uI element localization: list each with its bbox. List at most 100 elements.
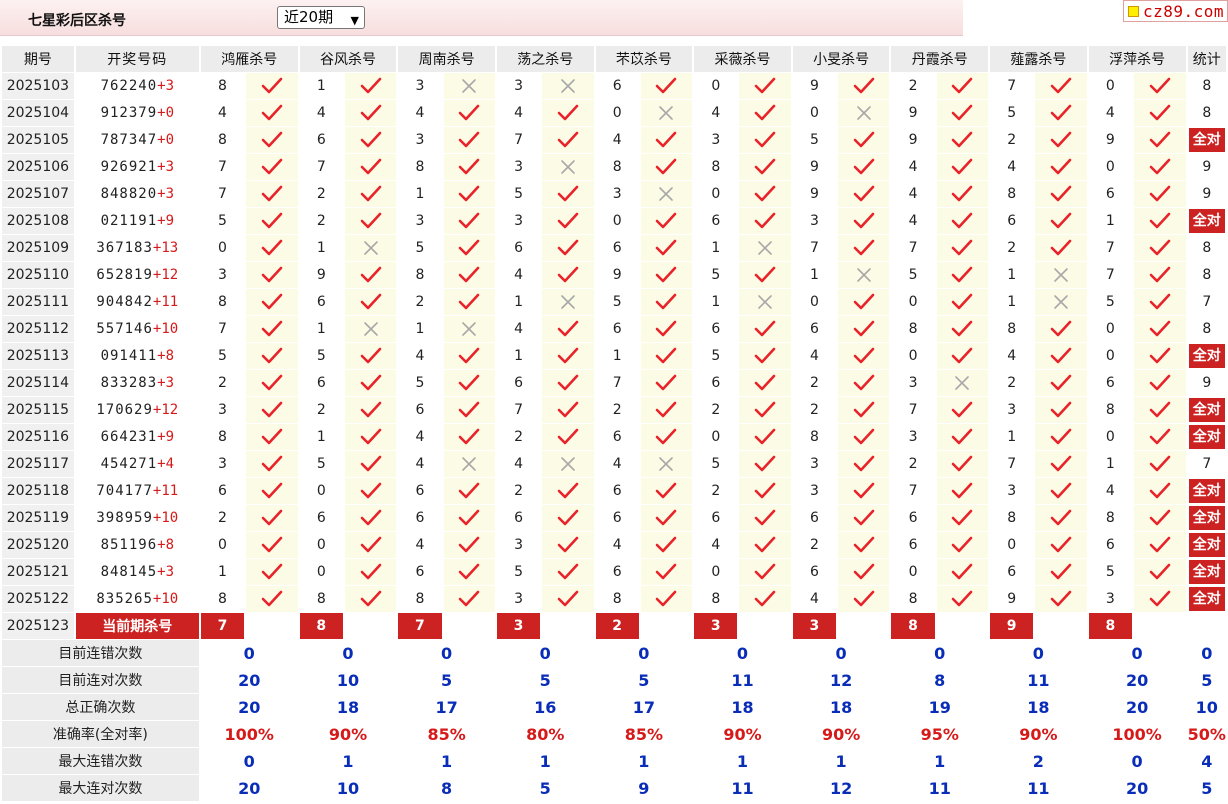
check-icon bbox=[542, 532, 594, 558]
summary-value: 18 bbox=[792, 694, 890, 720]
kill-number: 1 bbox=[496, 289, 541, 315]
check-icon bbox=[640, 127, 693, 153]
check-icon bbox=[1035, 343, 1087, 369]
check-icon bbox=[344, 532, 397, 558]
check-icon bbox=[640, 262, 693, 288]
issue-cell: 2025122 bbox=[2, 586, 74, 612]
summary-value: 0 bbox=[792, 640, 890, 666]
all-correct-badge: 全对 bbox=[1188, 506, 1225, 530]
cross-icon bbox=[936, 370, 989, 396]
table-row: 2025104 912379+0 4 4 4 4 0 4 0 9 5 4 8 bbox=[2, 100, 1226, 126]
summary-value: 5 bbox=[496, 775, 594, 801]
current-kill-number: 8 bbox=[1088, 613, 1133, 639]
summary-row: 总正确次数 20 18 17 16 17 18 18 19 18 20 10 bbox=[2, 694, 1226, 720]
check-icon bbox=[640, 559, 693, 585]
summary-value: 0 bbox=[595, 640, 693, 666]
check-icon bbox=[246, 73, 298, 99]
kill-number: 1 bbox=[299, 73, 343, 99]
check-icon bbox=[542, 478, 594, 504]
current-empty-cell bbox=[344, 613, 397, 639]
current-kill-number: 2 bbox=[595, 613, 639, 639]
draw-plus: +8 bbox=[157, 537, 174, 553]
summary-value: 17 bbox=[398, 694, 495, 720]
kill-number: 1 bbox=[792, 262, 837, 288]
current-kill-number: 7 bbox=[200, 613, 245, 639]
summary-value: 20 bbox=[200, 694, 298, 720]
draw-main: 835265 bbox=[96, 591, 153, 607]
site-logo[interactable]: cz89.com bbox=[1123, 0, 1228, 22]
check-icon bbox=[1035, 370, 1087, 396]
kill-number: 5 bbox=[496, 559, 541, 585]
stat-cell: 9 bbox=[1187, 181, 1226, 207]
kill-number: 0 bbox=[299, 559, 343, 585]
kill-number: 6 bbox=[792, 316, 837, 342]
check-icon bbox=[739, 397, 791, 423]
kill-number: 1 bbox=[398, 316, 442, 342]
table-row: 2025116 664231+9 8 1 4 2 6 0 8 3 1 0 全对 bbox=[2, 424, 1226, 450]
check-icon bbox=[640, 235, 693, 261]
check-icon bbox=[936, 532, 989, 558]
summary-total: 0 bbox=[1187, 640, 1226, 666]
kill-number: 4 bbox=[792, 586, 837, 612]
current-empty-cell bbox=[1035, 613, 1087, 639]
kill-number: 2 bbox=[792, 532, 837, 558]
check-icon bbox=[936, 262, 989, 288]
kill-number: 6 bbox=[299, 505, 343, 531]
kill-number: 2 bbox=[595, 397, 639, 423]
check-icon bbox=[1134, 127, 1186, 153]
check-icon bbox=[246, 127, 298, 153]
cross-icon bbox=[344, 235, 397, 261]
col-header-expert: 鸿雁杀号 bbox=[200, 46, 298, 72]
cross-icon bbox=[640, 100, 693, 126]
kill-number: 7 bbox=[200, 316, 245, 342]
check-icon bbox=[936, 127, 989, 153]
kill-number: 6 bbox=[496, 370, 541, 396]
summary-value: 10 bbox=[299, 667, 397, 693]
kill-number: 5 bbox=[990, 100, 1034, 126]
check-icon bbox=[640, 208, 693, 234]
check-icon bbox=[542, 208, 594, 234]
check-icon bbox=[838, 235, 890, 261]
kill-number: 4 bbox=[891, 208, 935, 234]
kill-number: 3 bbox=[496, 154, 541, 180]
summary-row: 目前连错次数 0 0 0 0 0 0 0 0 0 0 0 bbox=[2, 640, 1226, 666]
kill-number: 2 bbox=[990, 127, 1034, 153]
kill-number: 3 bbox=[990, 397, 1034, 423]
draw-main: 664231 bbox=[100, 429, 158, 445]
check-icon bbox=[1035, 208, 1087, 234]
all-correct-badge: 全对 bbox=[1188, 533, 1225, 557]
kill-number: 1 bbox=[694, 289, 738, 315]
all-correct-badge: 全对 bbox=[1188, 560, 1225, 584]
check-icon bbox=[1134, 262, 1186, 288]
summary-row: 最大连错次数 0 1 1 1 1 1 1 1 2 0 4 bbox=[2, 748, 1226, 774]
kill-number: 6 bbox=[891, 505, 935, 531]
summary-label: 目前连错次数 bbox=[2, 640, 199, 666]
check-icon bbox=[739, 208, 791, 234]
check-icon bbox=[936, 478, 989, 504]
check-icon bbox=[739, 451, 791, 477]
kill-number: 3 bbox=[595, 181, 639, 207]
period-select[interactable]: 近20期 ▼ bbox=[277, 6, 365, 29]
check-icon bbox=[1134, 235, 1186, 261]
kill-number: 1 bbox=[990, 289, 1034, 315]
all-correct-badge: 全对 bbox=[1188, 209, 1225, 233]
summary-value: 1 bbox=[694, 748, 791, 774]
stat-cell: 7 bbox=[1187, 289, 1226, 315]
summary-label: 总正确次数 bbox=[2, 694, 199, 720]
summary-value: 0 bbox=[398, 640, 495, 666]
check-icon bbox=[1134, 424, 1186, 450]
draw-main: 367183 bbox=[96, 240, 153, 256]
check-icon bbox=[936, 100, 989, 126]
issue-cell: 2025120 bbox=[2, 532, 74, 558]
check-icon bbox=[246, 289, 298, 315]
check-icon bbox=[1134, 370, 1186, 396]
all-correct-badge: 全对 bbox=[1188, 587, 1225, 611]
stat-cell: 全对 bbox=[1187, 586, 1226, 612]
stat-cell: 9 bbox=[1187, 154, 1226, 180]
kill-number: 7 bbox=[990, 451, 1034, 477]
check-icon bbox=[640, 370, 693, 396]
kill-number: 3 bbox=[792, 478, 837, 504]
check-icon bbox=[640, 154, 693, 180]
check-icon bbox=[1035, 397, 1087, 423]
stat-cell: 8 bbox=[1187, 100, 1226, 126]
